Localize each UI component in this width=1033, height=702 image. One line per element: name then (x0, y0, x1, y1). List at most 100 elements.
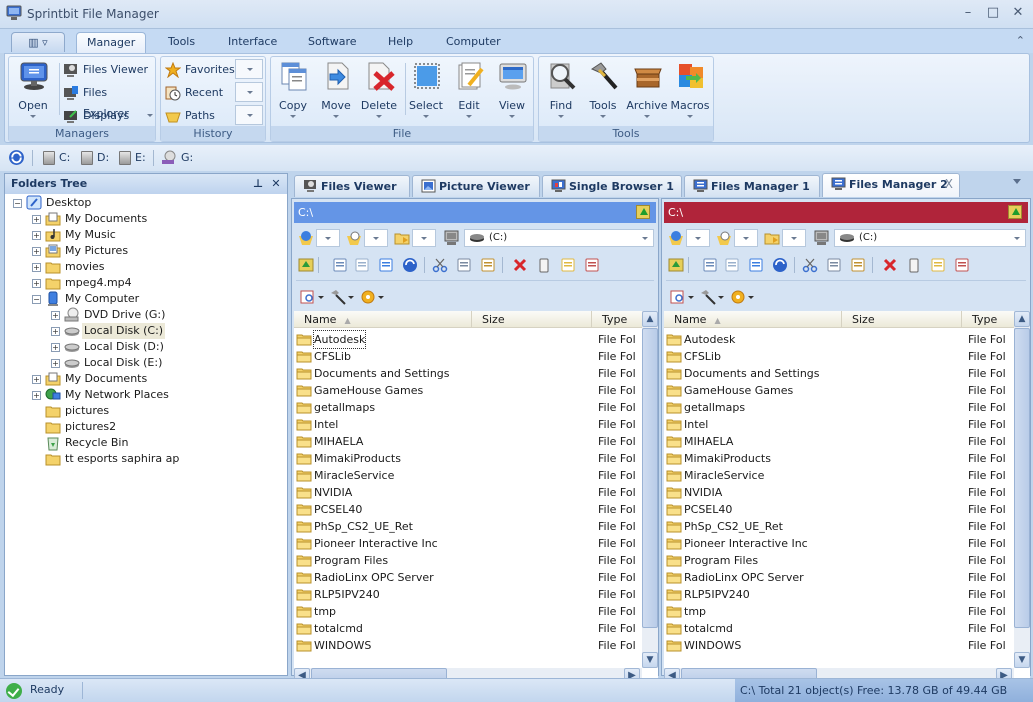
recent-dropdown[interactable] (235, 82, 263, 102)
tab-computer[interactable]: Computer (436, 32, 511, 53)
tree-node[interactable]: tt esports saphira ap (5, 451, 285, 467)
file-row[interactable]: RadioLinx OPC Server File Fol (664, 569, 1014, 586)
hammer-icon[interactable] (330, 289, 346, 305)
paths-dropdown[interactable] (782, 229, 806, 247)
copy-icon[interactable] (456, 257, 472, 273)
settings-gear-icon[interactable] (360, 289, 376, 305)
favorites-icon[interactable] (668, 230, 684, 246)
drive-g-button[interactable]: G: (161, 150, 195, 166)
invert-selection-icon[interactable] (748, 257, 764, 273)
recycle-icon[interactable] (536, 257, 552, 273)
open-button[interactable]: Open (11, 59, 55, 123)
tree-node[interactable]: + My Music (5, 227, 285, 243)
computer-icon[interactable] (444, 230, 460, 246)
file-row[interactable]: MiracleService File Fol (664, 467, 1014, 484)
file-row[interactable]: Documents and Settings File Fol (664, 365, 1014, 382)
file-row[interactable]: Pioneer Interactive Inc File Fol (294, 535, 642, 552)
go-up-folder-icon[interactable] (1008, 205, 1022, 219)
tree-node[interactable]: + Local Disk (C:) (5, 323, 285, 339)
tree-node[interactable]: − My Computer (5, 291, 285, 307)
scroll-up-icon[interactable]: ▲ (1014, 311, 1030, 327)
scroll-thumb[interactable] (642, 328, 658, 628)
file-row[interactable]: Program Files File Fol (664, 552, 1014, 569)
file-row[interactable]: totalcmd File Fol (294, 620, 642, 637)
paste-icon[interactable] (850, 257, 866, 273)
file-row[interactable]: CFSLib File Fol (664, 348, 1014, 365)
file-row[interactable]: Documents and Settings File Fol (294, 365, 642, 382)
settings-gear-icon[interactable] (730, 289, 746, 305)
file-row[interactable]: totalcmd File Fol (664, 620, 1014, 637)
column-size[interactable]: Size (842, 311, 962, 328)
recent-dropdown[interactable] (364, 229, 388, 247)
file-row[interactable]: Intel File Fol (294, 416, 642, 433)
invert-selection-icon[interactable] (378, 257, 394, 273)
displays-button[interactable]: Displays (61, 105, 155, 126)
scroll-up-icon[interactable]: ▲ (642, 311, 658, 327)
tree-node[interactable]: + movies (5, 259, 285, 275)
file-row[interactable]: WINDOWS File Fol (664, 637, 1014, 654)
hammer-icon[interactable] (700, 289, 716, 305)
tree-node[interactable]: + Local Disk (D:) (5, 339, 285, 355)
tree-node[interactable]: + My Documents (5, 371, 285, 387)
delete-button[interactable]: Delete (357, 59, 401, 123)
tools-button[interactable]: Tools (581, 59, 625, 123)
properties-icon[interactable] (584, 257, 600, 273)
file-row[interactable]: MiracleService File Fol (294, 467, 642, 484)
archive-button[interactable]: Archive (625, 59, 669, 123)
properties-icon[interactable] (954, 257, 970, 273)
view-mode-icon[interactable] (670, 289, 686, 305)
refresh-icon[interactable] (402, 257, 418, 273)
paths-dropdown[interactable] (412, 229, 436, 247)
tree-node[interactable]: + My Documents (5, 211, 285, 227)
file-row[interactable]: Pioneer Interactive Inc File Fol (664, 535, 1014, 552)
favorites-dropdown[interactable] (235, 59, 263, 79)
file-row[interactable]: Autodesk File Fol (294, 330, 642, 349)
expand-icon[interactable]: + (32, 263, 41, 272)
tree-node[interactable]: + Local Disk (E:) (5, 355, 285, 371)
favorites-icon[interactable] (298, 230, 314, 246)
column-type[interactable]: Type (592, 311, 642, 328)
paths-icon[interactable] (764, 230, 780, 246)
file-row[interactable]: MIHAELA File Fol (294, 433, 642, 450)
deselect-icon[interactable] (724, 257, 740, 273)
tree-node[interactable]: pictures2 (5, 419, 285, 435)
app-menu-button[interactable]: ▥ ▿ (11, 32, 65, 52)
column-name[interactable]: Name ▲ (294, 311, 472, 328)
expand-icon[interactable]: + (32, 215, 41, 224)
file-row[interactable]: PCSEL40 File Fol (664, 501, 1014, 518)
dropdown-arrow-icon[interactable] (688, 296, 694, 299)
view-mode-icon[interactable] (300, 289, 316, 305)
files-viewer-button[interactable]: Files Viewer (61, 59, 155, 80)
tree-node[interactable]: + DVD Drive (G:) (5, 307, 285, 323)
file-row[interactable]: tmp File Fol (664, 603, 1014, 620)
file-row[interactable]: CFSLib File Fol (294, 348, 642, 365)
tab-interface[interactable]: Interface (218, 32, 287, 53)
collapse-icon[interactable]: − (32, 295, 41, 304)
file-row[interactable]: tmp File Fol (294, 603, 642, 620)
delete-icon[interactable] (882, 257, 898, 273)
file-row[interactable]: GameHouse Games File Fol (664, 382, 1014, 399)
expand-icon[interactable]: + (32, 231, 41, 240)
drive-combo[interactable]: (C:) (834, 229, 1026, 247)
go-up-icon[interactable] (298, 257, 314, 273)
file-row[interactable]: PhSp_CS2_UE_Ret File Fol (664, 518, 1014, 535)
tab-single-browser-1[interactable]: Single Browser 1 (542, 175, 682, 197)
file-row[interactable]: PCSEL40 File Fol (294, 501, 642, 518)
scroll-down-icon[interactable]: ▼ (642, 652, 658, 668)
recent-icon[interactable] (346, 230, 362, 246)
tree-node[interactable]: − Desktop (5, 195, 285, 211)
column-size[interactable]: Size (472, 311, 592, 328)
path-bar[interactable]: C:\ (664, 202, 1028, 223)
dropdown-arrow-icon[interactable] (318, 296, 324, 299)
tab-files-viewer[interactable]: Files Viewer (294, 175, 410, 197)
cut-icon[interactable] (432, 257, 448, 273)
file-row[interactable]: RadioLinx OPC Server File Fol (294, 569, 642, 586)
favorites-button[interactable]: Favorites (163, 59, 235, 80)
expand-icon[interactable]: + (51, 327, 60, 336)
select-all-icon[interactable] (332, 257, 348, 273)
dropdown-arrow-icon[interactable] (718, 296, 724, 299)
drive-e-button[interactable]: E: (119, 150, 149, 166)
file-row[interactable]: PhSp_CS2_UE_Ret File Fol (294, 518, 642, 535)
dropdown-arrow-icon[interactable] (748, 296, 754, 299)
tab-files-manager-2[interactable]: Files Manager 2 X (822, 173, 960, 197)
